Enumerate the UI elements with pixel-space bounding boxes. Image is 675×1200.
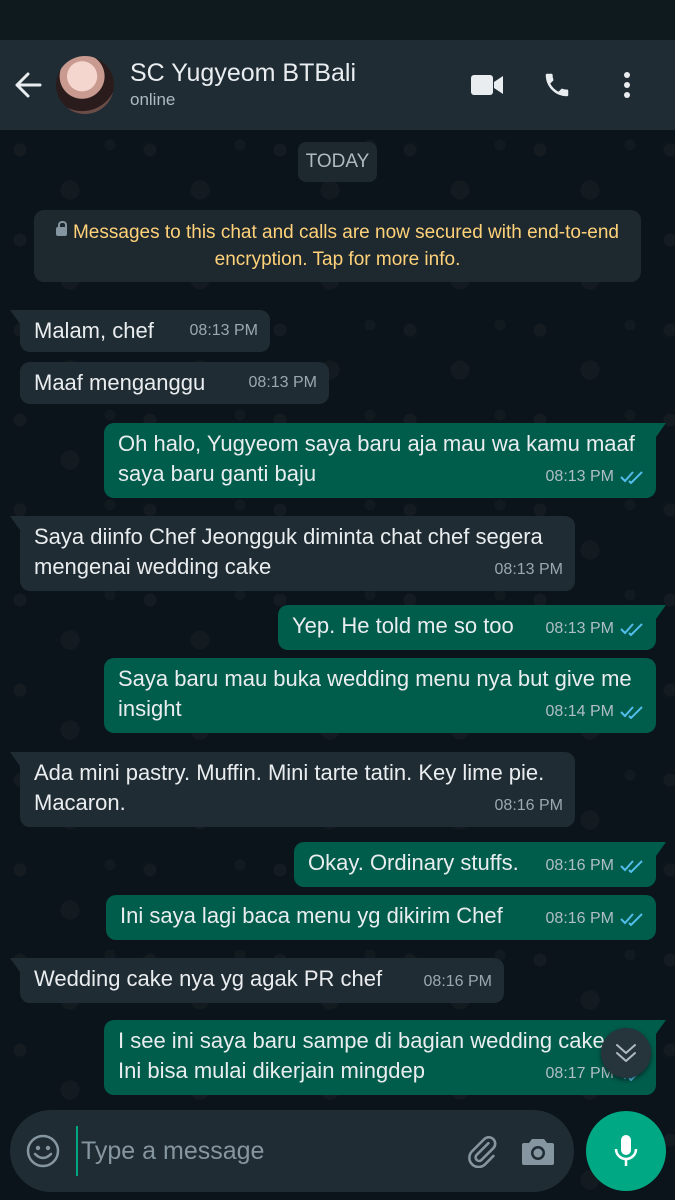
message-bubble[interactable]: Maaf menganggu 08:13 PM bbox=[20, 362, 329, 404]
message-time-wrap: 08:16 PM bbox=[495, 791, 563, 821]
emoji-icon bbox=[26, 1134, 60, 1168]
message-time-wrap: 08:13 PM bbox=[495, 555, 563, 585]
video-call-icon bbox=[471, 75, 503, 95]
microphone-icon bbox=[614, 1135, 638, 1166]
camera-button[interactable] bbox=[510, 1110, 566, 1192]
message-text: Ini saya lagi baca menu yg dikirim Chef bbox=[120, 903, 503, 928]
message-input[interactable] bbox=[76, 1126, 454, 1176]
message-text: I see ini saya baru sampe di bagian wedd… bbox=[118, 1028, 611, 1083]
message-bubble[interactable]: Ada mini pastry. Muffin. Mini tarte tati… bbox=[10, 752, 575, 827]
message-time-wrap: 08:13 PM bbox=[190, 316, 258, 346]
encryption-notice[interactable]: Messages to this chat and calls are now … bbox=[34, 210, 641, 282]
mic-button[interactable] bbox=[586, 1111, 666, 1191]
status-bar bbox=[0, 0, 675, 40]
menu-button[interactable] bbox=[597, 55, 657, 115]
message-text: Saya diinfo Chef Jeongguk diminta chat c… bbox=[34, 524, 543, 579]
arrow-left-icon bbox=[15, 72, 42, 98]
message-time-wrap: 08:16 PM bbox=[424, 967, 492, 997]
message-time: 08:13 PM bbox=[189, 322, 258, 339]
composer-bar bbox=[10, 1110, 574, 1192]
more-vert-icon bbox=[624, 72, 630, 98]
message-time: 08:14 PM bbox=[545, 703, 614, 720]
paperclip-icon bbox=[468, 1136, 497, 1168]
scroll-to-bottom-button[interactable] bbox=[601, 1028, 651, 1078]
message-text: Yep. He told me so too bbox=[292, 613, 514, 638]
message-bubble[interactable]: Oh halo, Yugyeom saya baru aja mau wa ka… bbox=[104, 423, 666, 498]
read-ticks-icon bbox=[620, 913, 643, 926]
contact-info[interactable]: SC Yugyeom BTBali online bbox=[130, 58, 447, 112]
message-time: 08:13 PM bbox=[248, 374, 317, 391]
emoji-button[interactable] bbox=[10, 1110, 76, 1192]
message-bubble[interactable]: Yep. He told me so too 08:13 PM bbox=[278, 605, 666, 650]
chat-area[interactable]: TODAY Messages to this chat and calls ar… bbox=[0, 130, 675, 1200]
chevrons-down-icon bbox=[616, 1044, 636, 1062]
encryption-text: Messages to this chat and calls are now … bbox=[72, 222, 620, 270]
message-text: Malam, chef bbox=[34, 318, 154, 343]
back-button[interactable] bbox=[0, 40, 56, 130]
message-bubble[interactable]: Saya diinfo Chef Jeongguk diminta chat c… bbox=[10, 516, 575, 591]
avatar[interactable] bbox=[56, 56, 114, 114]
message-time: 08:13 PM bbox=[494, 561, 563, 578]
message-time: 08:16 PM bbox=[545, 857, 614, 874]
chat-header: SC Yugyeom BTBali online bbox=[0, 40, 675, 130]
message-time: 08:13 PM bbox=[545, 620, 614, 637]
contact-name: SC Yugyeom BTBali bbox=[130, 59, 357, 87]
date-chip: TODAY bbox=[298, 142, 377, 182]
message-time: 08:16 PM bbox=[494, 797, 563, 814]
message-bubble[interactable]: Okay. Ordinary stuffs. 08:16 PM bbox=[294, 842, 666, 887]
message-time-wrap: 08:16 PM bbox=[546, 904, 644, 934]
message-time: 08:16 PM bbox=[423, 973, 492, 990]
lock-icon bbox=[55, 221, 67, 236]
message-time: 08:16 PM bbox=[545, 910, 614, 927]
read-ticks-icon bbox=[620, 623, 643, 636]
read-ticks-icon bbox=[620, 860, 643, 873]
phone-icon bbox=[545, 73, 569, 97]
message-text: Okay. Ordinary stuffs. bbox=[308, 850, 519, 875]
message-time-wrap: 08:13 PM bbox=[546, 462, 644, 492]
message-time-wrap: 08:14 PM bbox=[546, 697, 644, 727]
message-text: Wedding cake nya yg agak PR chef bbox=[34, 966, 383, 991]
message-bubble[interactable]: I see ini saya baru sampe di bagian wedd… bbox=[104, 1020, 666, 1095]
message-text: Ada mini pastry. Muffin. Mini tarte tati… bbox=[34, 760, 545, 815]
read-ticks-icon bbox=[620, 706, 643, 719]
video-call-button[interactable] bbox=[457, 55, 517, 115]
message-time-wrap: 08:13 PM bbox=[546, 614, 644, 644]
read-ticks-icon bbox=[620, 471, 643, 484]
message-text: Maaf menganggu bbox=[34, 370, 206, 395]
attach-button[interactable] bbox=[454, 1110, 510, 1192]
contact-status: online bbox=[130, 90, 176, 109]
message-time-wrap: 08:16 PM bbox=[546, 851, 644, 881]
camera-icon bbox=[522, 1139, 554, 1165]
message-bubble[interactable]: Ini saya lagi baca menu yg dikirim Chef … bbox=[106, 895, 656, 940]
voice-call-button[interactable] bbox=[527, 55, 587, 115]
message-bubble[interactable]: Saya baru mau buka wedding menu nya but … bbox=[104, 658, 656, 733]
message-bubble[interactable]: Malam, chef 08:13 PM bbox=[10, 310, 270, 352]
message-time-wrap: 08:13 PM bbox=[249, 368, 317, 398]
message-bubble[interactable]: Wedding cake nya yg agak PR chef 08:16 P… bbox=[10, 958, 504, 1003]
message-time: 08:13 PM bbox=[545, 468, 614, 485]
